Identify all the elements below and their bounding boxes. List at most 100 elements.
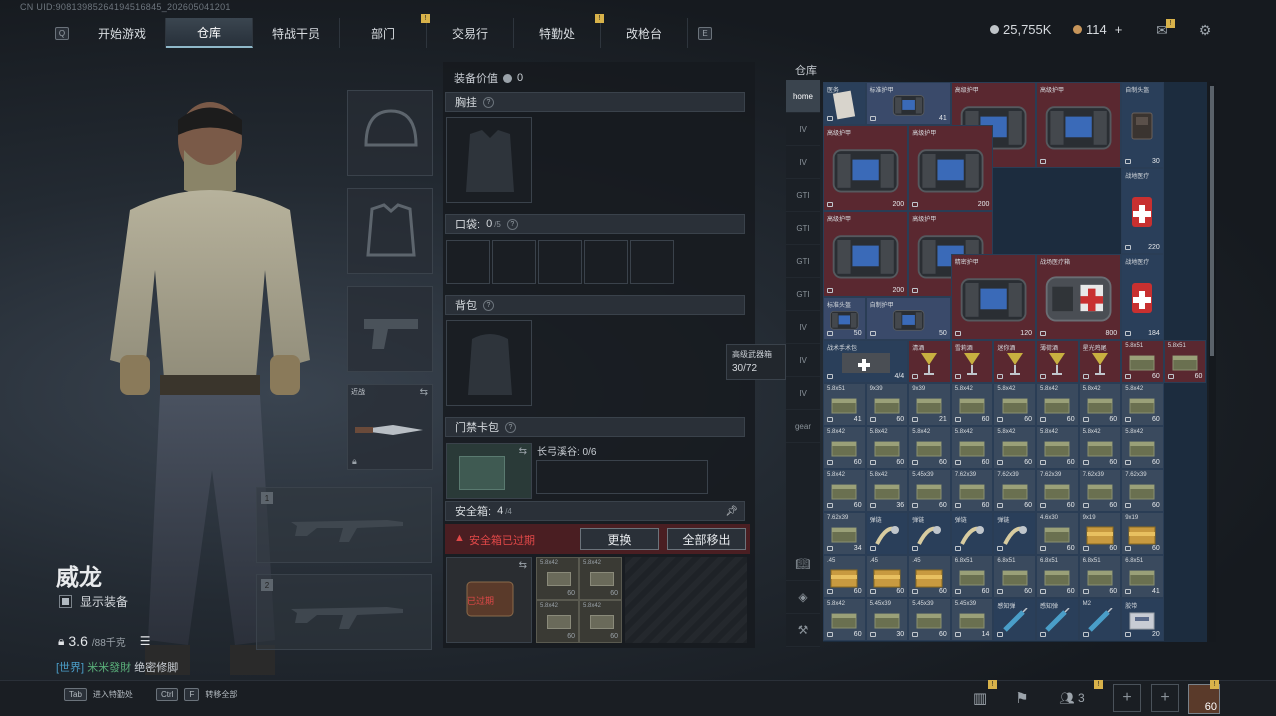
inventory-item[interactable]: 5.8x42 60 xyxy=(1036,426,1079,469)
add-teammate-button[interactable]: + xyxy=(1113,684,1141,712)
swap-icon[interactable]: ⇆ xyxy=(519,446,527,457)
flag-icon[interactable]: ⚑ xyxy=(1004,684,1040,712)
layers-icon[interactable]: ◈ xyxy=(786,581,820,614)
safe-item[interactable]: 5.8x42 60 xyxy=(536,600,579,643)
inventory-item[interactable]: 5.45x39 30 xyxy=(865,598,909,641)
inventory-item[interactable]: 胶带 20 xyxy=(1121,598,1164,641)
inventory-item[interactable]: 医务 xyxy=(823,82,866,125)
tab-1[interactable]: 仓库 xyxy=(166,18,253,48)
inventory-item[interactable]: 5.8x42 60 xyxy=(823,426,866,469)
inventory-item[interactable]: 精密护甲 120 xyxy=(950,254,1036,340)
inventory-item[interactable]: 6.8x51 41 xyxy=(1121,555,1164,598)
inventory-item[interactable]: 清酒 xyxy=(908,340,951,383)
inventory-item[interactable]: 5.45x39 14 xyxy=(950,598,994,641)
inventory-item[interactable]: 弹链 xyxy=(993,512,1036,555)
pocket-slot[interactable] xyxy=(446,240,490,284)
inventory-item[interactable]: 感知弹 xyxy=(1036,598,1079,641)
inventory-item[interactable]: 高级护甲 xyxy=(1036,82,1122,168)
inventory-item[interactable]: 5.8x42 60 xyxy=(950,383,994,426)
inventory-item[interactable]: 5.8x42 60 xyxy=(823,469,866,512)
inventory-item[interactable]: .45 60 xyxy=(823,555,866,598)
chat-line[interactable]: [世界] 米米發財 绝密修脚 xyxy=(56,659,178,675)
inventory-item[interactable]: 9x19 60 xyxy=(1078,512,1122,555)
inventory-item[interactable]: 自制护甲 50 xyxy=(865,297,951,340)
safe-item[interactable]: 5.8x42 60 xyxy=(579,600,622,643)
help-icon[interactable]: ? xyxy=(483,96,494,108)
keycard-case-slot[interactable]: ⇆ xyxy=(446,443,532,499)
pistol-slot[interactable] xyxy=(347,286,433,372)
inventory-item[interactable]: 9x39 21 xyxy=(908,383,951,426)
warehouse-tab-IV[interactable]: IV xyxy=(786,377,820,410)
inventory-item[interactable]: 5.8x42 60 xyxy=(865,426,909,469)
book-icon[interactable]: 📖︎ xyxy=(786,548,820,581)
pocket-slot[interactable] xyxy=(538,240,582,284)
inventory-item[interactable]: 星光鸡尾 xyxy=(1078,340,1122,383)
help-icon[interactable]: ? xyxy=(483,299,494,311)
inventory-item[interactable]: 5.8x42 60 xyxy=(950,426,994,469)
tab-3[interactable]: 部门! xyxy=(340,14,430,48)
inventory-item[interactable]: 7.62x39 60 xyxy=(993,469,1036,512)
backpack-slot[interactable] xyxy=(446,320,532,406)
inventory-item[interactable]: 弹链 xyxy=(865,512,909,555)
chest-rig-slot[interactable] xyxy=(446,117,532,203)
warehouse-tab-GTI[interactable]: GTI xyxy=(786,212,820,245)
pocket-slot[interactable] xyxy=(630,240,674,284)
next-tab-key[interactable]: E xyxy=(698,26,712,40)
tab-5[interactable]: 特勤处! xyxy=(514,14,604,48)
inventory-item[interactable]: 7.62x39 60 xyxy=(950,469,994,512)
inventory-item[interactable]: 战地医疗 220 xyxy=(1121,168,1164,254)
keycard-grid[interactable] xyxy=(536,460,708,494)
inventory-item[interactable]: 9x19 60 xyxy=(1121,512,1164,555)
help-icon[interactable]: ? xyxy=(505,421,516,433)
inventory-item[interactable]: 5.8x42 60 xyxy=(993,383,1036,426)
inventory-item[interactable]: .45 60 xyxy=(865,555,909,598)
inventory-item[interactable]: 迷你酒 xyxy=(993,340,1036,383)
inventory-item[interactable]: 9x39 60 xyxy=(865,383,909,426)
gold-currency[interactable]: 114 + xyxy=(1073,22,1122,37)
pocket-slot[interactable] xyxy=(492,240,536,284)
swap-icon[interactable]: ⇆ xyxy=(519,560,527,571)
warehouse-tab-IV[interactable]: IV xyxy=(786,344,820,377)
inventory-item[interactable]: 标准护甲 41 xyxy=(865,82,951,125)
warehouse-scrollbar[interactable] xyxy=(1209,82,1216,642)
inventory-item[interactable]: 5.8x42 60 xyxy=(993,426,1036,469)
armor-slot[interactable] xyxy=(347,188,433,274)
settings-gear-icon[interactable]: ⚙ xyxy=(1195,20,1215,40)
inventory-item[interactable]: 5.8x42 36 xyxy=(865,469,909,512)
tab-0[interactable]: 开始游戏 xyxy=(79,18,166,48)
inventory-item[interactable]: 6.8x51 60 xyxy=(1036,555,1079,598)
add-teammate-button[interactable]: + xyxy=(1151,684,1179,712)
prev-tab-key[interactable]: Q xyxy=(55,26,69,40)
inventory-item[interactable]: 6.8x51 60 xyxy=(950,555,994,598)
inventory-item[interactable]: 5.8x42 60 xyxy=(1121,426,1164,469)
tab-2[interactable]: 特战干员 xyxy=(253,18,340,48)
tab-6[interactable]: 改枪台 xyxy=(601,18,688,48)
inventory-item[interactable]: 高级护甲200 xyxy=(823,211,909,297)
inventory-item[interactable]: 6.8x51 60 xyxy=(993,555,1036,598)
inventory-item[interactable]: 5.8x42 60 xyxy=(823,598,866,641)
team-button[interactable]: 👥︎ 3 xyxy=(1052,684,1092,712)
inventory-item[interactable]: 5.8x42 60 xyxy=(908,426,951,469)
inventory-item[interactable]: 5.8x51 41 xyxy=(823,383,866,426)
inventory-item[interactable]: 7.62x39 60 xyxy=(1121,469,1164,512)
warehouse-tab-IV[interactable]: IV xyxy=(786,311,820,344)
inventory-item[interactable]: 高级护甲200 xyxy=(908,125,994,211)
primary-weapon-slot-1[interactable]: 1 xyxy=(256,487,432,563)
inventory-item[interactable]: 薄荷酒 xyxy=(1036,340,1079,383)
list-icon[interactable]: ☰ xyxy=(140,634,151,648)
inventory-item[interactable]: 战术手术包 4/4 xyxy=(823,340,909,383)
move-all-button[interactable]: 全部移出 xyxy=(667,528,746,550)
hint-transfer-all[interactable]: Ctrl F 转移全部 xyxy=(156,688,237,701)
inventory-item[interactable]: 5.8x42 60 xyxy=(1078,426,1122,469)
inventory-item[interactable]: 自制头盔 30 xyxy=(1121,82,1164,168)
tab-4[interactable]: 交易行 xyxy=(427,18,514,48)
checkbox[interactable] xyxy=(59,595,72,608)
pin-icon[interactable]: 📌︎ xyxy=(725,506,738,517)
show-equipment-toggle[interactable]: 显示装备 xyxy=(59,593,128,610)
inventory-item[interactable]: 5.45x39 60 xyxy=(908,598,951,641)
inventory-item[interactable]: 5.45x39 60 xyxy=(908,469,951,512)
inventory-item[interactable]: 战地医疗 184 xyxy=(1121,254,1164,340)
inventory-item[interactable]: 5.8x42 60 xyxy=(1036,383,1079,426)
warehouse-tab-home[interactable]: home xyxy=(786,80,820,113)
inventory-item[interactable]: 5.8x51 60 xyxy=(1121,340,1164,383)
